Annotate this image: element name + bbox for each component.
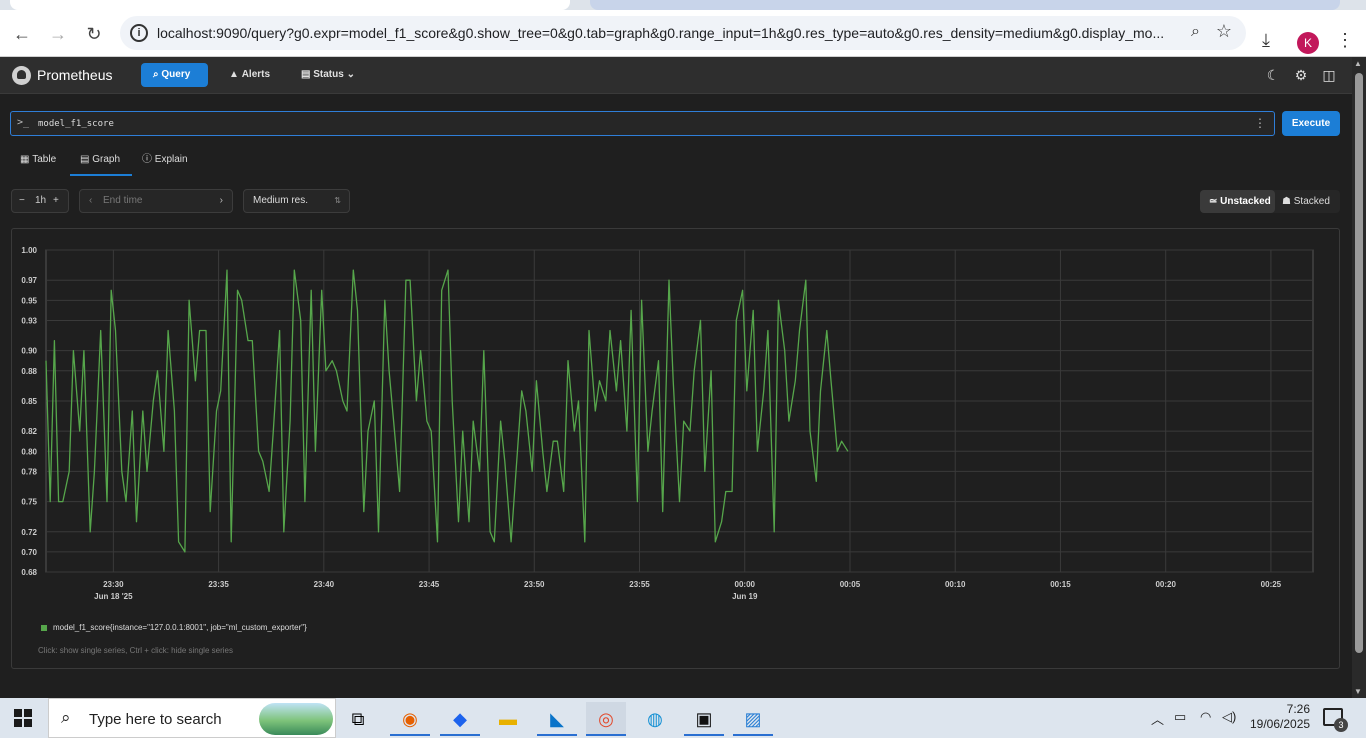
table-icon: ▦ <box>20 154 33 165</box>
search-icon[interactable]: ⌕ <box>1191 23 1200 41</box>
forward-icon[interactable]: → <box>46 22 70 46</box>
taskbar-clock[interactable]: 7:26 19/06/2025 <box>1250 702 1310 732</box>
scroll-up-icon[interactable]: ▲ <box>1354 59 1362 68</box>
scroll-down-icon[interactable]: ▼ <box>1354 687 1362 696</box>
panel-toggle-icon[interactable]: ◫ <box>1320 66 1338 84</box>
stack-mode-toggle: ≃ Unstacked ☗ Stacked <box>1200 190 1340 213</box>
search-icon: ⌕ <box>61 708 71 727</box>
tab-table[interactable]: ▦ Table <box>20 150 70 176</box>
unstacked-label: Unstacked <box>1220 196 1271 207</box>
clock-date: 19/06/2025 <box>1250 717 1311 731</box>
legend-item[interactable]: model_f1_score{instance="127.0.0.1:8001"… <box>41 623 307 632</box>
brand-title[interactable]: Prometheus <box>37 67 112 83</box>
address-bar[interactable]: i localhost:9090/query?g0.expr=model_f1_… <box>120 16 1246 50</box>
info-icon: ⓘ <box>142 154 155 165</box>
resolution-select[interactable]: Medium res. ⇅ <box>243 189 350 213</box>
nav-query-button[interactable]: ⌕ Query <box>141 63 208 87</box>
firefox-icon[interactable]: ◉ <box>390 702 430 736</box>
bell-icon: ▲ <box>229 69 242 80</box>
photos-icon[interactable]: ▨ <box>733 702 773 736</box>
nav-status-button[interactable]: ▤ Status ⌄ <box>301 69 355 80</box>
range-decrease-button[interactable]: − <box>19 190 25 212</box>
browser-menu-icon[interactable]: ⋮ <box>1336 30 1354 51</box>
wifi-icon[interactable]: ◠ <box>1200 709 1211 725</box>
expression-input[interactable]: >_ model_f1_score ⋮ <box>10 111 1275 136</box>
theme-moon-icon[interactable]: ☾ <box>1264 66 1282 84</box>
execute-button[interactable]: Execute <box>1282 111 1340 136</box>
stacked-label: Stacked <box>1293 196 1330 207</box>
select-arrows-icon: ⇅ <box>334 196 341 205</box>
unstacked-button[interactable]: ≃ Unstacked <box>1200 190 1275 213</box>
windows-taskbar: ⌕ Type here to search ⧉ ◉ ◆ ▬ ◣ ◎ ◍ ▣ ▨ … <box>0 698 1366 738</box>
app-header: Prometheus ⌕ Query ▲ Alerts ▤ Status ⌄ ☾… <box>0 57 1352 94</box>
more-options-icon[interactable]: ⋮ <box>1254 116 1266 130</box>
browser-tab-active[interactable] <box>10 0 570 10</box>
task-view-icon[interactable]: ⧉ <box>338 702 378 736</box>
tray-overflow-icon[interactable]: ︿ <box>1151 709 1164 728</box>
tab-explain-label: Explain <box>154 154 188 165</box>
graph-icon: ▤ <box>80 154 93 165</box>
volume-icon[interactable]: ◁) <box>1222 709 1236 725</box>
url-text[interactable]: localhost:9090/query?g0.expr=model_f1_sc… <box>157 25 1167 41</box>
browser-tab[interactable] <box>590 0 1340 10</box>
range-value[interactable]: 1h <box>35 190 46 212</box>
chevron-right-icon[interactable]: › <box>220 190 223 212</box>
vscode-icon[interactable]: ◣ <box>537 702 577 736</box>
notifications-badge: 3 <box>1334 718 1348 732</box>
file-explorer-icon[interactable]: ▬ <box>488 702 528 736</box>
range-increase-button[interactable]: + <box>53 190 59 212</box>
graph-panel <box>11 228 1340 669</box>
download-icon[interactable]: ⤓ <box>1262 30 1270 51</box>
end-time-placeholder: End time <box>103 195 143 206</box>
expression-text[interactable]: model_f1_score <box>38 119 114 129</box>
battery-icon[interactable]: ▭ <box>1174 709 1186 725</box>
chevron-left-icon[interactable]: ‹ <box>89 190 92 212</box>
edge-icon[interactable]: ◍ <box>635 702 675 736</box>
windows-start-icon[interactable] <box>14 709 32 727</box>
taskbar-search[interactable]: ⌕ Type here to search <box>48 698 336 738</box>
resolution-value: Medium res. <box>253 195 309 206</box>
range-control: − 1h + <box>11 189 69 213</box>
tab-explain[interactable]: ⓘ Explain <box>142 150 202 176</box>
chrome-icon[interactable]: ◎ <box>586 702 626 736</box>
prometheus-logo-icon <box>12 66 31 85</box>
nav-query-label: Query <box>161 69 191 80</box>
page-scrollbar[interactable]: ▲ ▼ <box>1352 57 1366 698</box>
browser-toolbar: ← → ↻ i localhost:9090/query?g0.expr=mod… <box>0 10 1366 57</box>
tab-graph-label: Graph <box>92 154 121 165</box>
clock-time: 7:26 <box>1286 702 1310 716</box>
tab-table-label: Table <box>32 154 57 165</box>
legend-label: model_f1_score{instance="127.0.0.1:8001"… <box>53 623 307 632</box>
terminal-icon[interactable]: ▣ <box>684 702 724 736</box>
server-icon: ▤ <box>301 69 314 80</box>
taskbar-search-placeholder: Type here to search <box>89 711 222 728</box>
site-info-icon[interactable]: i <box>130 24 148 42</box>
chevron-down-icon: ⌄ <box>343 69 355 80</box>
bookmark-star-icon[interactable]: ☆ <box>1216 21 1232 42</box>
nav-alerts-label: Alerts <box>241 69 271 80</box>
settings-gear-icon[interactable]: ⚙ <box>1292 66 1310 84</box>
tab-graph[interactable]: ▤ Graph <box>70 150 132 176</box>
browser-tab-strip <box>0 0 1366 10</box>
prompt-icon: >_ <box>17 117 30 128</box>
scrollbar-thumb[interactable] <box>1355 73 1363 653</box>
nav-alerts-button[interactable]: ▲ Alerts <box>229 69 270 80</box>
stacked-button[interactable]: ☗ Stacked <box>1282 190 1340 213</box>
profile-avatar[interactable]: K <box>1297 32 1319 54</box>
reload-icon[interactable]: ↻ <box>82 22 106 46</box>
docker-icon[interactable]: ◆ <box>440 702 480 736</box>
end-time-input[interactable]: ‹ End time › <box>79 189 233 213</box>
back-icon[interactable]: ← <box>10 22 34 46</box>
nav-status-label: Status <box>313 69 344 80</box>
legend-hint: Click: show single series, Ctrl + click:… <box>38 646 233 655</box>
legend-swatch <box>41 624 47 631</box>
unstacked-icon: ≃ <box>1209 196 1221 207</box>
stacked-icon: ☗ <box>1282 196 1294 207</box>
search-highlight-art <box>259 703 333 735</box>
